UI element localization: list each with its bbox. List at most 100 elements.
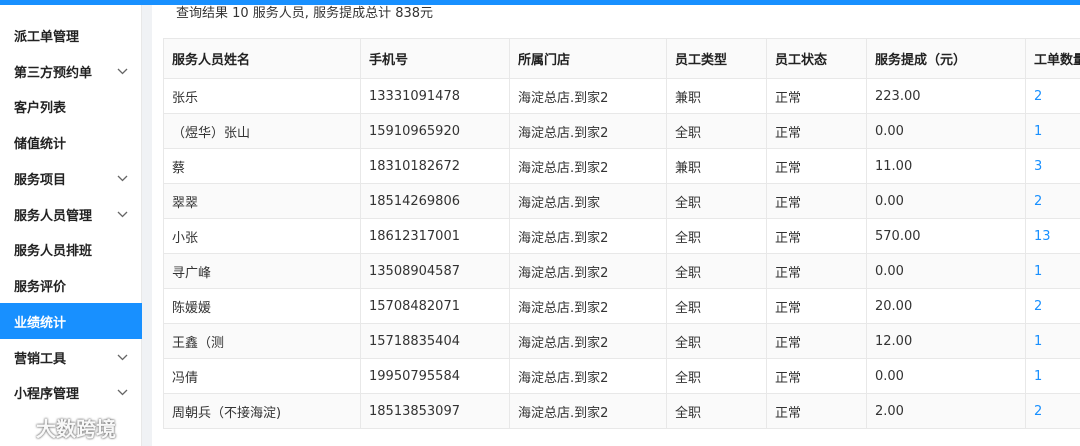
sidebar-item[interactable]: 客户列表 xyxy=(0,88,142,124)
sidebar-item[interactable]: 业绩统计 xyxy=(0,303,142,339)
table-cell: 全职 xyxy=(666,358,767,394)
table-cell: 海淀总店.到家2 xyxy=(509,113,667,149)
table-cell: 11.00 xyxy=(866,148,1026,184)
sidebar-item-label: 小程序管理 xyxy=(14,386,80,402)
chevron-down-icon[interactable] xyxy=(116,351,128,363)
table-cell: 全职 xyxy=(666,183,767,219)
table-cell: 全职 xyxy=(666,288,767,324)
chevron-down-icon[interactable] xyxy=(116,172,128,184)
table-row: 周朝兵（不接海淀) 18513853097 海淀总店.到家2 全职 正常 2.00 2 xyxy=(163,393,1080,429)
table-cell: 全职 xyxy=(666,393,767,429)
table-row: 蔡 18310182672 海淀总店.到家2 兼职 正常 11.00 3 xyxy=(163,148,1080,184)
watermark-logo-icon xyxy=(6,414,32,441)
work-order-count-link[interactable]: 1 xyxy=(1025,323,1080,359)
table-cell: 正常 xyxy=(766,78,867,114)
work-order-count-link[interactable]: 1 xyxy=(1025,113,1080,149)
work-order-count-link[interactable]: 1 xyxy=(1025,358,1080,394)
column-header: 员工类型 xyxy=(666,38,767,79)
table-cell: 正常 xyxy=(766,393,867,429)
table-cell: 13331091478 xyxy=(360,78,510,114)
column-header: 工单数量 xyxy=(1025,38,1080,79)
table-cell: 海淀总店.到家2 xyxy=(509,323,667,359)
sidebar-item[interactable]: 第三方预约单 xyxy=(0,53,142,89)
table-row: 寻广峰 13508904587 海淀总店.到家2 全职 正常 0.00 1 xyxy=(163,253,1080,289)
table-row: 翠翠 18514269806 海淀总店.到家 全职 正常 0.00 2 xyxy=(163,183,1080,219)
table-cell: 223.00 xyxy=(866,78,1026,114)
table-cell: 15718835404 xyxy=(360,323,510,359)
table-cell: 12.00 xyxy=(866,323,1026,359)
table-cell: 海淀总店.到家2 xyxy=(509,358,667,394)
chevron-down-icon[interactable] xyxy=(116,65,128,77)
table-cell: 海淀总店.到家2 xyxy=(509,393,667,429)
main-panel: 查询结果 10 服务人员, 服务提成总计 838元 服务人员姓名 手机号 所属门店员… xyxy=(152,5,1080,446)
table-cell: 全职 xyxy=(666,323,767,359)
table-row: 张乐 13331091478 海淀总店.到家2 兼职 正常 223.00 2 xyxy=(163,78,1080,114)
chevron-down-icon[interactable] xyxy=(116,208,128,220)
table-header-row: 服务人员姓名手机号所属门店员工类型员工状态服务提成（元）工单数量 xyxy=(163,38,1080,79)
work-order-count-link[interactable]: 2 xyxy=(1025,393,1080,429)
sidebar-item-label: 服务人员排班 xyxy=(14,243,93,259)
watermark-text: 大数跨境 xyxy=(36,416,116,441)
table-cell: 寻广峰 xyxy=(163,253,361,289)
table-cell: 海淀总店.到家2 xyxy=(509,148,667,184)
work-order-count-link[interactable]: 13 xyxy=(1025,218,1080,254)
column-header: 服务提成（元） xyxy=(866,38,1026,79)
column-header: 所属门店 xyxy=(509,38,667,79)
work-order-count-link[interactable]: 2 xyxy=(1025,78,1080,114)
sidebar-item[interactable]: 服务评价 xyxy=(0,267,142,303)
table-cell: 蔡 xyxy=(163,148,361,184)
table-cell: 王鑫（测 xyxy=(163,323,361,359)
sidebar-item[interactable]: 营销工具 xyxy=(0,339,142,375)
sidebar-item[interactable]: 服务人员管理 xyxy=(0,196,142,232)
work-order-count-link[interactable]: 2 xyxy=(1025,288,1080,324)
table-cell: 正常 xyxy=(766,183,867,219)
table-cell: 冯倩 xyxy=(163,358,361,394)
table-cell: 15910965920 xyxy=(360,113,510,149)
chevron-down-icon[interactable] xyxy=(116,386,128,398)
sidebar-item-label: 服务项目 xyxy=(14,172,67,188)
table-cell: 18612317001 xyxy=(360,218,510,254)
table-cell: 全职 xyxy=(666,113,767,149)
table-cell: 正常 xyxy=(766,148,867,184)
sidebar-item-label: 客户列表 xyxy=(14,100,67,116)
sidebar-item-label: 业绩统计 xyxy=(14,315,67,331)
table-cell: 2.00 xyxy=(866,393,1026,429)
column-header: 员工状态 xyxy=(766,38,867,79)
table-cell: 张乐 xyxy=(163,78,361,114)
table-row: （煜华）张山 15910965920 海淀总店.到家2 全职 正常 0.00 1 xyxy=(163,113,1080,149)
work-order-count-link[interactable]: 2 xyxy=(1025,183,1080,219)
query-summary: 查询结果 10 服务人员, 服务提成总计 838元 xyxy=(176,6,434,21)
table-cell: 小张 xyxy=(163,218,361,254)
sidebar-item[interactable]: 服务项目 xyxy=(0,160,142,196)
table-cell: 翠翠 xyxy=(163,183,361,219)
table-row: 王鑫（测 15718835404 海淀总店.到家2 全职 正常 12.00 1 xyxy=(163,323,1080,359)
sidebar-item[interactable]: 服务人员排班 xyxy=(0,231,142,267)
sidebar-item[interactable]: 储值统计 xyxy=(0,124,142,160)
table-cell: 15708482071 xyxy=(360,288,510,324)
table-cell: 全职 xyxy=(666,253,767,289)
table-cell: 0.00 xyxy=(866,183,1026,219)
sidebar-item[interactable]: 派工单管理 xyxy=(0,17,142,53)
table-cell: 正常 xyxy=(766,253,867,289)
table-cell: 20.00 xyxy=(866,288,1026,324)
work-order-count-link[interactable]: 1 xyxy=(1025,253,1080,289)
performance-table: 服务人员姓名手机号所属门店员工类型员工状态服务提成（元）工单数量 张乐13331… xyxy=(163,38,1080,429)
table-cell: 0.00 xyxy=(866,253,1026,289)
table-cell: 海淀总店.到家2 xyxy=(509,288,667,324)
sidebar: 派工单管理 第三方预约单客户列表储值统计服务项目服务人员管理服务人员排班服务评价业… xyxy=(0,5,142,446)
table-cell: 13508904587 xyxy=(360,253,510,289)
table-cell: 18514269806 xyxy=(360,183,510,219)
sidebar-item[interactable]: 小程序管理 xyxy=(0,374,142,410)
work-order-count-link[interactable]: 3 xyxy=(1025,148,1080,184)
table-cell: 正常 xyxy=(766,358,867,394)
sidebar-item-label: 储值统计 xyxy=(14,136,67,152)
table-cell: 海淀总店.到家 xyxy=(509,183,667,219)
table-cell: 19950795584 xyxy=(360,358,510,394)
table-row: 陈媛媛 15708482071 海淀总店.到家2 全职 正常 20.00 2 xyxy=(163,288,1080,324)
table-cell: 海淀总店.到家2 xyxy=(509,218,667,254)
table-cell: 0.00 xyxy=(866,113,1026,149)
table-cell: 18513853097 xyxy=(360,393,510,429)
watermark: 大数跨境 xyxy=(6,412,142,442)
table-cell: 正常 xyxy=(766,323,867,359)
table-cell: 陈媛媛 xyxy=(163,288,361,324)
